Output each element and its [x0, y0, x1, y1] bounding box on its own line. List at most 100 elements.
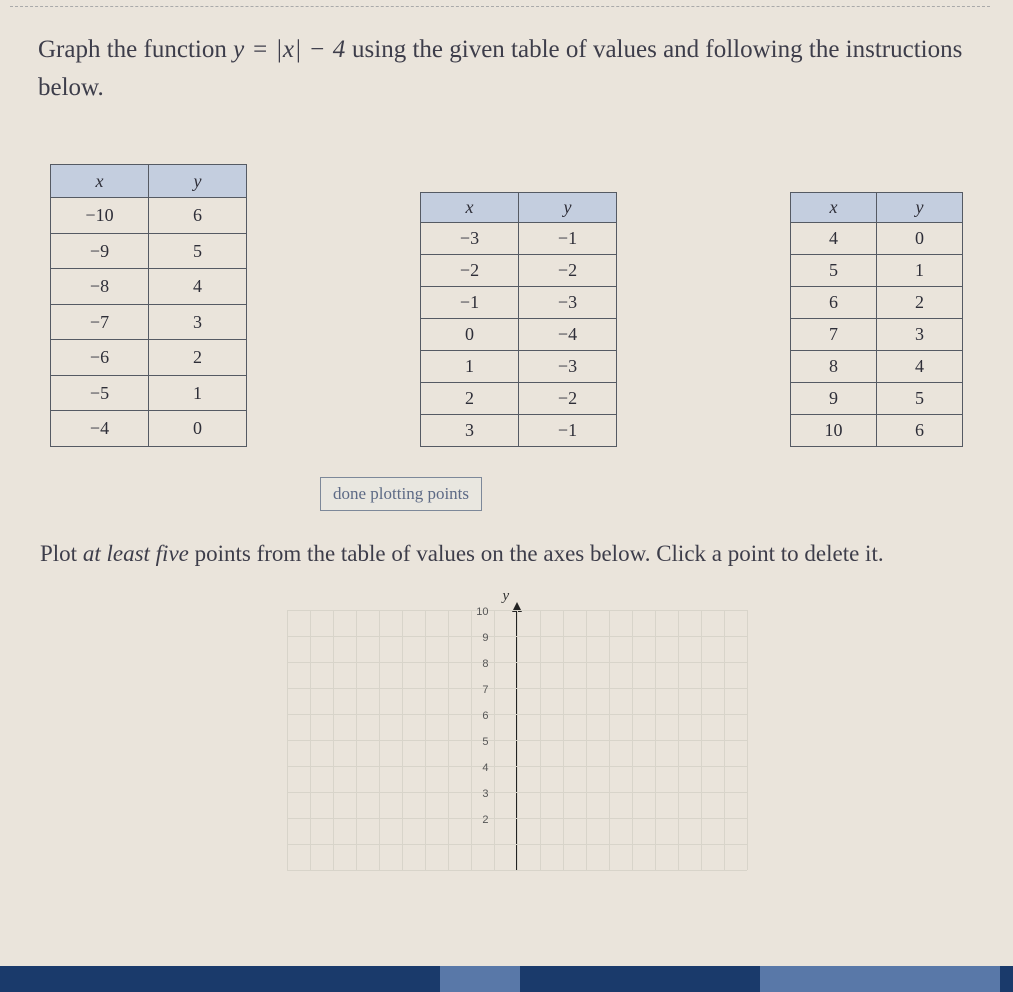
table-row: 0−4 — [421, 319, 617, 351]
plot-instruction: Plot at least five points from the table… — [40, 537, 973, 572]
cell-x: 9 — [791, 383, 877, 415]
grid-line — [563, 610, 564, 870]
plot-grid — [287, 610, 747, 870]
table-row: 3−1 — [421, 415, 617, 447]
cell-y: −3 — [519, 351, 617, 383]
cell-x: 1 — [421, 351, 519, 383]
cell-y: −2 — [519, 383, 617, 415]
done-plotting-button[interactable]: done plotting points — [320, 477, 482, 511]
grid-line — [356, 610, 357, 870]
cell-y: 4 — [149, 269, 247, 305]
grid-line — [517, 610, 518, 870]
table-row: 40 — [791, 223, 963, 255]
cell-y: 5 — [149, 233, 247, 269]
cell-x: 6 — [791, 287, 877, 319]
cell-x: −2 — [421, 255, 519, 287]
table-header-y: y — [519, 193, 617, 223]
table-row: −3−1 — [421, 223, 617, 255]
grid-line — [287, 870, 747, 871]
values-table-3: x y 40 51 62 73 84 95 106 — [790, 192, 963, 447]
grid-line — [402, 610, 403, 870]
cell-x: −3 — [421, 223, 519, 255]
y-tick-label: 2 — [482, 814, 488, 826]
cell-y: 6 — [149, 198, 247, 234]
cell-y: −3 — [519, 287, 617, 319]
cell-x: 4 — [791, 223, 877, 255]
grid-line — [701, 610, 702, 870]
cell-y: 6 — [877, 415, 963, 447]
divider — [10, 6, 990, 7]
table-row: 84 — [791, 351, 963, 383]
grid-line — [655, 610, 656, 870]
cell-y: 4 — [877, 351, 963, 383]
taskbar — [0, 966, 1013, 992]
y-tick-label: 5 — [482, 736, 488, 748]
cell-y: 1 — [877, 255, 963, 287]
grid-line — [632, 610, 633, 870]
grid-line — [586, 610, 587, 870]
tables-row: x y −106 −95 −84 −73 −62 −51 −40 x y −3−… — [50, 164, 963, 447]
table-row: −40 — [51, 411, 247, 447]
table-row: −106 — [51, 198, 247, 234]
question-prompt: Graph the function y = |x| − 4 using the… — [38, 31, 993, 106]
cell-x: −4 — [51, 411, 149, 447]
grid-line — [609, 610, 610, 870]
cell-y: 1 — [149, 375, 247, 411]
y-tick-label: 6 — [482, 710, 488, 722]
table-row: −2−2 — [421, 255, 617, 287]
cell-y: 0 — [149, 411, 247, 447]
table-row: 2−2 — [421, 383, 617, 415]
instruct-post: points from the table of values on the a… — [189, 541, 884, 566]
instruct-emph: at least five — [83, 541, 189, 566]
y-tick-label: 3 — [482, 788, 488, 800]
cell-y: 5 — [877, 383, 963, 415]
y-tick-label: 7 — [482, 684, 488, 696]
cell-x: 0 — [421, 319, 519, 351]
table-row: −95 — [51, 233, 247, 269]
taskbar-item[interactable] — [760, 966, 1000, 992]
cell-x: 2 — [421, 383, 519, 415]
table-row: −51 — [51, 375, 247, 411]
table-row: 73 — [791, 319, 963, 351]
table-header-x: x — [421, 193, 519, 223]
cell-x: −10 — [51, 198, 149, 234]
cell-x: 7 — [791, 319, 877, 351]
grid-line — [448, 610, 449, 870]
table-row: 95 — [791, 383, 963, 415]
instruct-pre: Plot — [40, 541, 83, 566]
cell-x: −9 — [51, 233, 149, 269]
taskbar-item[interactable] — [440, 966, 520, 992]
table-row: 62 — [791, 287, 963, 319]
grid-line — [471, 610, 472, 870]
cell-y: 2 — [149, 340, 247, 376]
y-tick-label: 10 — [476, 606, 488, 618]
values-table-2: x y −3−1 −2−2 −1−3 0−4 1−3 2−2 3−1 — [420, 192, 617, 447]
table-header-x: x — [51, 165, 149, 198]
grid-line — [287, 610, 288, 870]
cell-x: −5 — [51, 375, 149, 411]
table-row: −1−3 — [421, 287, 617, 319]
cell-y: 0 — [877, 223, 963, 255]
cell-x: −7 — [51, 304, 149, 340]
cell-x: 5 — [791, 255, 877, 287]
table-header-y: y — [149, 165, 247, 198]
grid-line — [540, 610, 541, 870]
cell-y: −1 — [519, 415, 617, 447]
cell-y: −2 — [519, 255, 617, 287]
grid-line — [747, 610, 748, 870]
plot-area[interactable]: y 10 9 8 7 6 5 4 3 2 — [247, 590, 767, 890]
question-text-pre: Graph the function — [38, 36, 233, 63]
y-tick-label: 4 — [482, 762, 488, 774]
grid-line — [494, 610, 495, 870]
cell-y: −4 — [519, 319, 617, 351]
grid-line — [724, 610, 725, 870]
cell-y: −1 — [519, 223, 617, 255]
cell-x: 3 — [421, 415, 519, 447]
table-header-y: y — [877, 193, 963, 223]
y-tick-label: 8 — [482, 658, 488, 670]
grid-line — [379, 610, 380, 870]
grid-line — [678, 610, 679, 870]
table-row: 106 — [791, 415, 963, 447]
cell-x: 8 — [791, 351, 877, 383]
table-row: −73 — [51, 304, 247, 340]
